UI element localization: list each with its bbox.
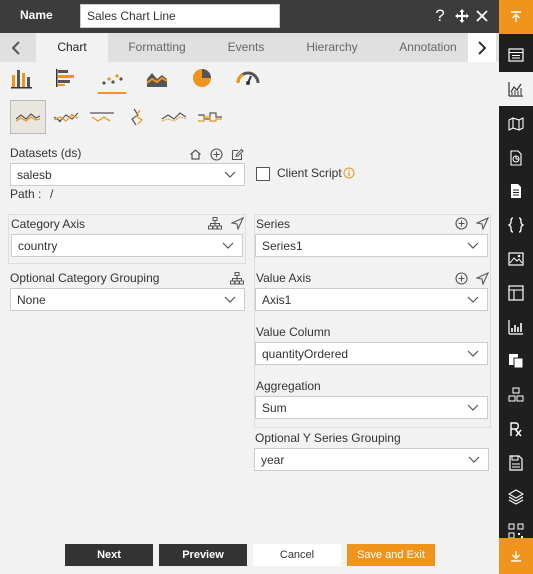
copy-icon[interactable] <box>499 344 533 378</box>
value-column-value: quantityOrdered <box>262 347 349 361</box>
scroll-top-icon[interactable] <box>499 0 533 34</box>
map-icon[interactable] <box>499 107 533 141</box>
chevron-down-icon <box>467 242 479 249</box>
datasets-label: Datasets (ds) <box>10 146 82 160</box>
optional-y-series-grouping-select[interactable]: year <box>254 448 489 471</box>
save-icon[interactable] <box>499 446 533 480</box>
chevron-down-icon <box>468 456 480 463</box>
series-select[interactable]: Series1 <box>255 234 488 257</box>
info-icon[interactable] <box>342 166 356 180</box>
save-and-exit-button[interactable]: Save and Exit <box>347 544 435 566</box>
aggregation-value: Sum <box>262 401 287 415</box>
value-axis-value: Axis1 <box>262 293 292 307</box>
close-icon[interactable] <box>473 6 491 26</box>
layers-icon[interactable] <box>499 480 533 514</box>
tab-bar: Chart Formatting Events Hierarchy Annota… <box>0 33 499 62</box>
hierarchy-icon[interactable] <box>230 271 244 285</box>
name-input[interactable]: Sales Chart Line <box>80 4 280 28</box>
horizontal-bar-icon[interactable] <box>52 64 80 92</box>
tab-formatting[interactable]: Formatting <box>118 33 196 62</box>
hierarchy-icon[interactable] <box>208 216 222 230</box>
chevron-down-icon <box>224 296 236 303</box>
bar-chart-icon[interactable] <box>8 64 36 92</box>
line-subtype-3[interactable] <box>84 100 120 134</box>
aggregation-label: Aggregation <box>256 379 321 393</box>
gauge-icon[interactable] <box>234 64 262 92</box>
optional-category-grouping-value: None <box>17 293 46 307</box>
area-chart-icon[interactable] <box>143 64 171 92</box>
tab-scroll-left-icon[interactable] <box>2 33 30 62</box>
move-icon[interactable] <box>453 6 471 26</box>
chevron-down-icon <box>224 171 236 178</box>
line-subtype-4[interactable] <box>120 100 156 134</box>
line-subtype-1[interactable] <box>10 100 46 134</box>
client-script-checkbox[interactable] <box>256 167 270 181</box>
rx-icon[interactable] <box>499 412 533 446</box>
line-subtype-6[interactable] <box>192 100 228 134</box>
optional-y-series-grouping-value: year <box>261 453 285 467</box>
chart-icon[interactable] <box>499 72 533 106</box>
line-subtype-5[interactable] <box>156 100 192 134</box>
document-icon[interactable] <box>499 174 533 208</box>
tab-hierarchy[interactable]: Hierarchy <box>296 33 368 62</box>
layout-icon[interactable] <box>499 276 533 310</box>
series-value: Series1 <box>262 239 303 253</box>
datasets-select[interactable]: salesb <box>10 163 245 186</box>
line-subtype-2[interactable] <box>48 100 84 134</box>
category-axis-select[interactable]: country <box>11 234 243 257</box>
cubes-icon[interactable] <box>499 378 533 412</box>
optional-category-grouping-label: Optional Category Grouping <box>10 271 160 285</box>
preview-button[interactable]: Preview <box>159 544 247 566</box>
path-value: / <box>50 187 54 201</box>
value-axis-label: Value Axis <box>256 271 312 285</box>
grid-panel-icon[interactable] <box>499 38 533 72</box>
report-icon[interactable] <box>499 141 533 175</box>
category-axis-label: Category Axis <box>11 217 86 231</box>
add-icon[interactable] <box>454 271 468 285</box>
tab-events[interactable]: Events <box>214 33 278 62</box>
name-label: Name <box>20 8 53 22</box>
chevron-down-icon <box>467 404 479 411</box>
image-icon[interactable] <box>499 242 533 276</box>
client-script-label: Client Script <box>277 166 342 180</box>
series-label: Series <box>256 217 291 231</box>
navigate-icon[interactable] <box>230 216 244 230</box>
scatter-icon[interactable] <box>98 64 126 94</box>
tab-annotation[interactable]: Annotation <box>392 33 464 62</box>
code-icon[interactable] <box>499 208 533 242</box>
chevron-down-icon <box>467 350 479 357</box>
kpi-icon[interactable] <box>499 310 533 344</box>
chevron-down-icon <box>467 296 479 303</box>
value-column-label: Value Column <box>256 325 331 339</box>
tab-scroll-right-icon[interactable] <box>468 33 496 62</box>
cancel-button[interactable]: Cancel <box>253 544 341 566</box>
optional-y-series-grouping-label: Optional Y Series Grouping <box>255 431 401 445</box>
navigate-icon[interactable] <box>475 271 489 285</box>
value-axis-select[interactable]: Axis1 <box>255 288 488 311</box>
category-axis-value: country <box>18 239 58 253</box>
chevron-down-icon <box>222 242 234 249</box>
right-toolbar <box>499 0 533 574</box>
optional-category-grouping-select[interactable]: None <box>10 288 245 311</box>
add-icon[interactable] <box>209 147 223 161</box>
tab-chart[interactable]: Chart <box>36 33 108 62</box>
add-icon[interactable] <box>454 216 468 230</box>
next-button[interactable]: Next <box>65 544 153 566</box>
home-icon[interactable] <box>188 147 202 161</box>
scroll-bottom-icon[interactable] <box>499 538 533 574</box>
help-icon[interactable]: ? <box>431 6 449 26</box>
navigate-icon[interactable] <box>475 216 489 230</box>
datasets-value: salesb <box>17 168 52 182</box>
value-column-select[interactable]: quantityOrdered <box>255 342 488 365</box>
pie-chart-icon[interactable] <box>188 64 216 92</box>
dialog-header: Name Sales Chart Line ? <box>0 0 499 33</box>
edit-icon[interactable] <box>230 147 244 161</box>
path-label: Path : <box>10 187 42 201</box>
aggregation-select[interactable]: Sum <box>255 396 488 419</box>
